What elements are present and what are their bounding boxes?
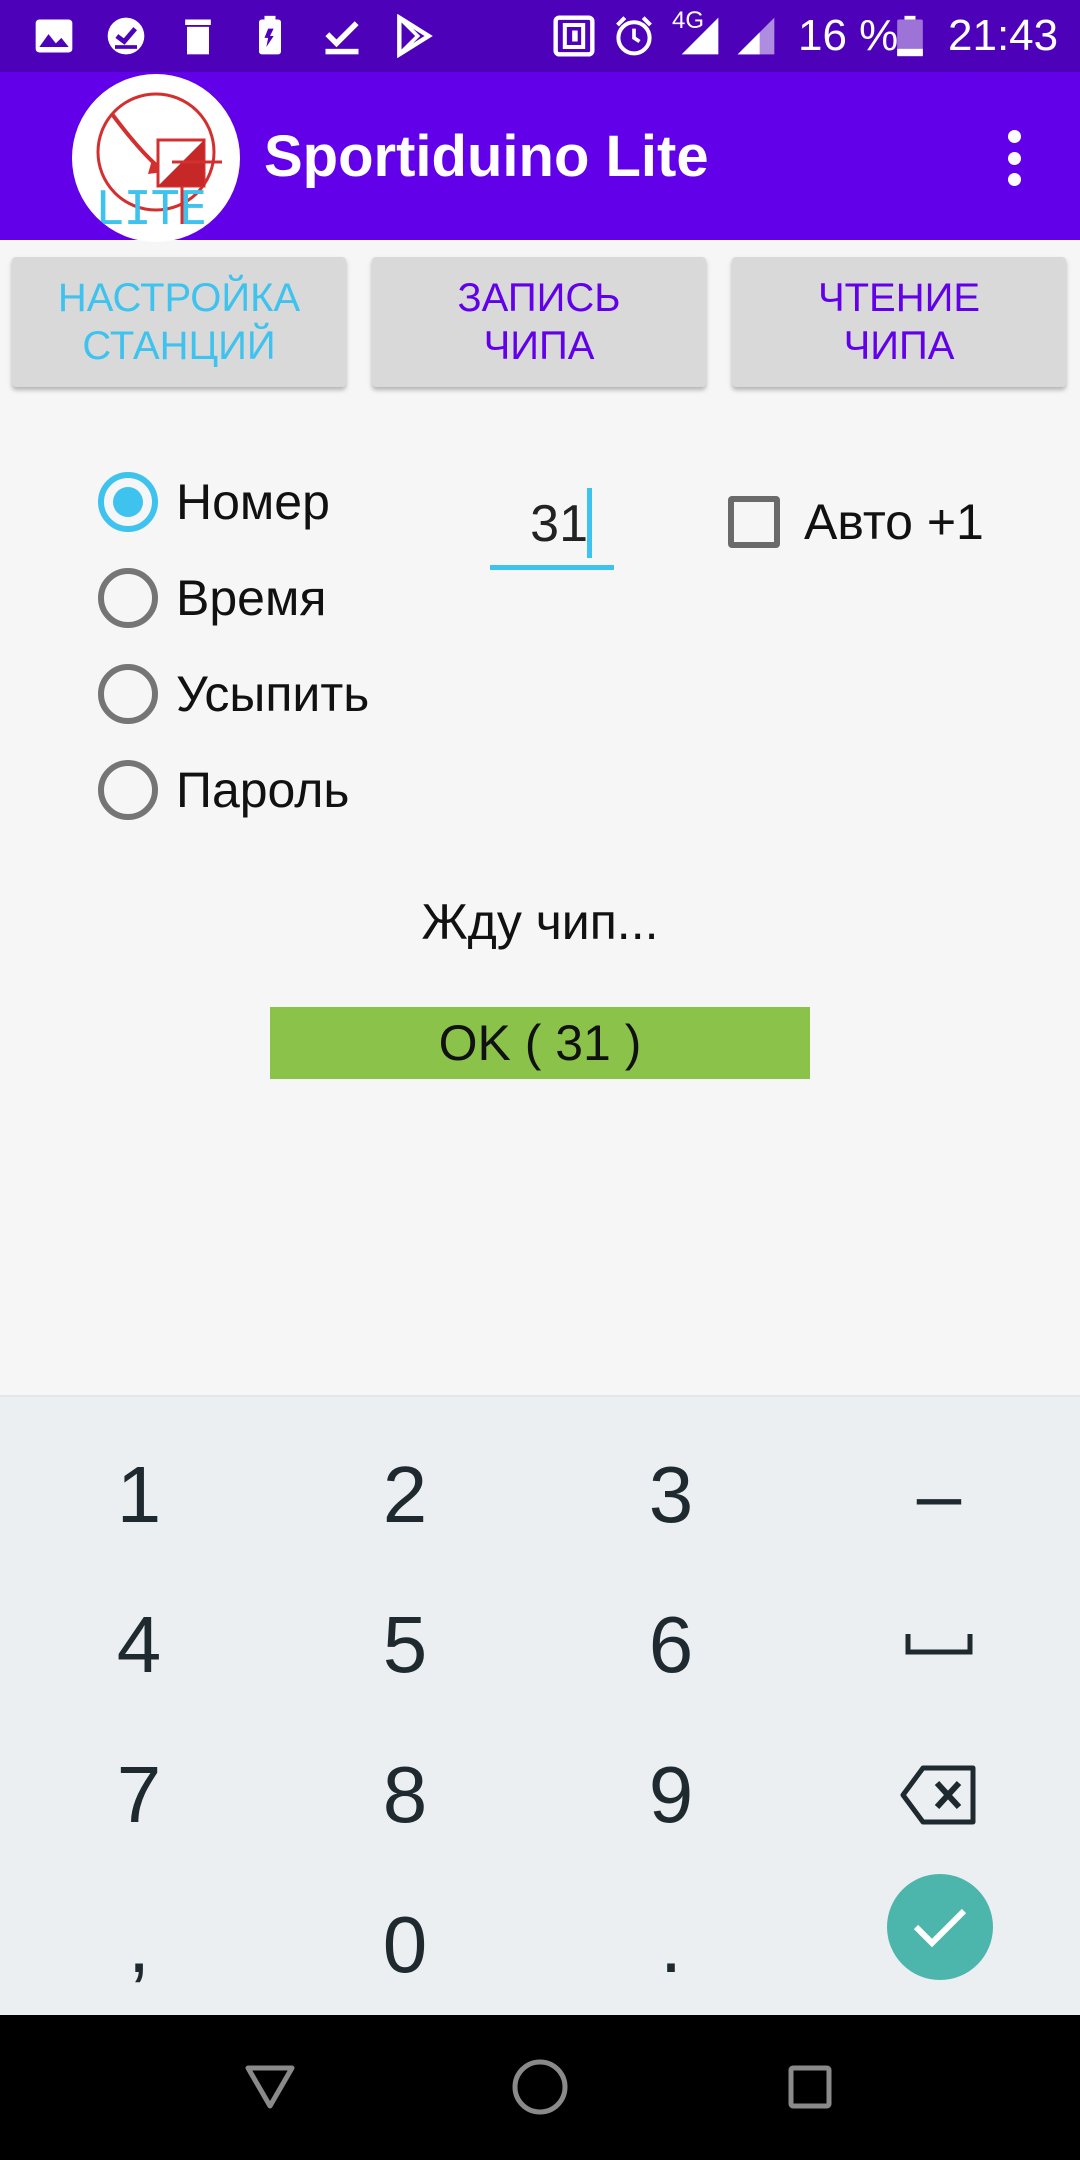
app-title: Sportiduino Lite: [264, 124, 709, 189]
battery-icon: [897, 15, 923, 57]
alarm-icon: [616, 16, 652, 56]
key-1[interactable]: 1: [4, 1420, 274, 1570]
radio-password[interactable]: Пароль: [98, 758, 350, 822]
home-button[interactable]: [510, 2057, 570, 2117]
result-text: OK ( 31 ): [438, 1015, 642, 1071]
radio-time[interactable]: Время: [98, 566, 326, 630]
radio-unchecked-icon: [98, 760, 158, 820]
key-backspace[interactable]: [804, 1720, 1074, 1870]
signal-icon: [681, 17, 719, 55]
key-4[interactable]: 4: [4, 1570, 274, 1720]
tab-label: НАСТРОЙКА СТАНЦИЙ: [58, 274, 300, 370]
chip-number-value: 31: [530, 495, 588, 553]
radio-label: Пароль: [176, 762, 350, 818]
radio-label: Номер: [176, 474, 330, 530]
home-icon: [512, 2059, 568, 2115]
tab-label-line2: ЧИПА: [843, 324, 955, 368]
overflow-menu-button[interactable]: [990, 124, 1038, 192]
tab-station-settings[interactable]: НАСТРОЙКА СТАНЦИЙ: [12, 257, 346, 387]
tab-read-chip[interactable]: ЧТЕНИЕ ЧИПА: [732, 257, 1066, 387]
tab-label-line1: НАСТРОЙКА: [57, 276, 301, 320]
tab-label-line1: ЗАПИСЬ: [457, 276, 621, 320]
recents-button[interactable]: [780, 2057, 840, 2117]
key-period[interactable]: .: [536, 1870, 806, 2020]
tab-write-chip[interactable]: ЗАПИСЬ ЧИПА: [372, 257, 706, 387]
tab-label-line1: ЧТЕНИЕ: [817, 276, 981, 320]
radio-unchecked-icon: [98, 568, 158, 628]
key-7[interactable]: 7: [4, 1720, 274, 1870]
check-circle-icon: [107, 17, 145, 55]
tab-label-line2: ЧИПА: [483, 324, 595, 368]
navigation-bar: [0, 2015, 1080, 2160]
app-logo: LITE: [72, 74, 240, 242]
tab-label: ЧТЕНИЕ ЧИПА: [818, 274, 980, 370]
check-icon: [913, 1908, 967, 1948]
overflow-dot: [1007, 173, 1021, 186]
tab-label-line2: СТАНЦИЙ: [82, 324, 276, 368]
app-bar: LITE Sportiduino Lite: [0, 72, 1080, 242]
checkbox-unchecked-icon: [728, 496, 780, 548]
logo-text: LITE: [96, 181, 207, 235]
key-space[interactable]: [804, 1570, 1074, 1720]
recents-icon: [788, 2065, 832, 2109]
result-bar: OK ( 31 ): [270, 1007, 810, 1079]
radio-label: Время: [176, 570, 327, 626]
signal-icon-2: [737, 17, 775, 55]
overflow-menu-icon: [1007, 130, 1021, 143]
battery-percent: 16 %: [798, 11, 899, 60]
logo-icon: LITE: [96, 92, 222, 235]
key-minus[interactable]: –: [804, 1420, 1074, 1570]
radio-number[interactable]: Номер: [98, 470, 330, 534]
nfc-icon: [553, 15, 595, 57]
download-done-icon: [325, 21, 359, 55]
clock: 21:43: [948, 11, 1059, 60]
tab-label: ЗАПИСЬ ЧИПА: [457, 274, 620, 370]
status-text: Жду чип...: [421, 894, 659, 950]
radio-checked-icon: [98, 472, 158, 532]
trash-icon: [185, 19, 211, 55]
image-icon: [35, 19, 73, 53]
radio-sleep[interactable]: Усыпить: [98, 662, 369, 726]
key-9[interactable]: 9: [536, 1720, 806, 1870]
key-3[interactable]: 3: [536, 1420, 806, 1570]
enter-button[interactable]: [887, 1874, 993, 1980]
key-6[interactable]: 6: [536, 1570, 806, 1720]
text-cursor: [587, 488, 592, 558]
auto-increment-label: Авто +1: [804, 494, 984, 550]
space-icon: [905, 1634, 973, 1655]
battery-saver-icon: [259, 15, 281, 55]
key-2[interactable]: 2: [270, 1420, 540, 1570]
status-bar: 4G 16 % 21:43: [0, 0, 1080, 72]
backspace-icon: [900, 1765, 976, 1825]
back-button[interactable]: [240, 2057, 300, 2117]
auto-increment-checkbox[interactable]: Авто +1: [728, 492, 984, 552]
chip-number-input[interactable]: 31: [490, 480, 614, 570]
radio-unchecked-icon: [98, 664, 158, 724]
key-8[interactable]: 8: [270, 1720, 540, 1870]
back-icon: [245, 2065, 295, 2109]
key-0[interactable]: 0: [270, 1870, 540, 2020]
overflow-dot: [1007, 151, 1021, 165]
radio-label: Усыпить: [176, 666, 370, 722]
key-5[interactable]: 5: [270, 1570, 540, 1720]
key-comma[interactable]: ,: [4, 1870, 274, 2020]
play-store-icon: [397, 14, 433, 58]
